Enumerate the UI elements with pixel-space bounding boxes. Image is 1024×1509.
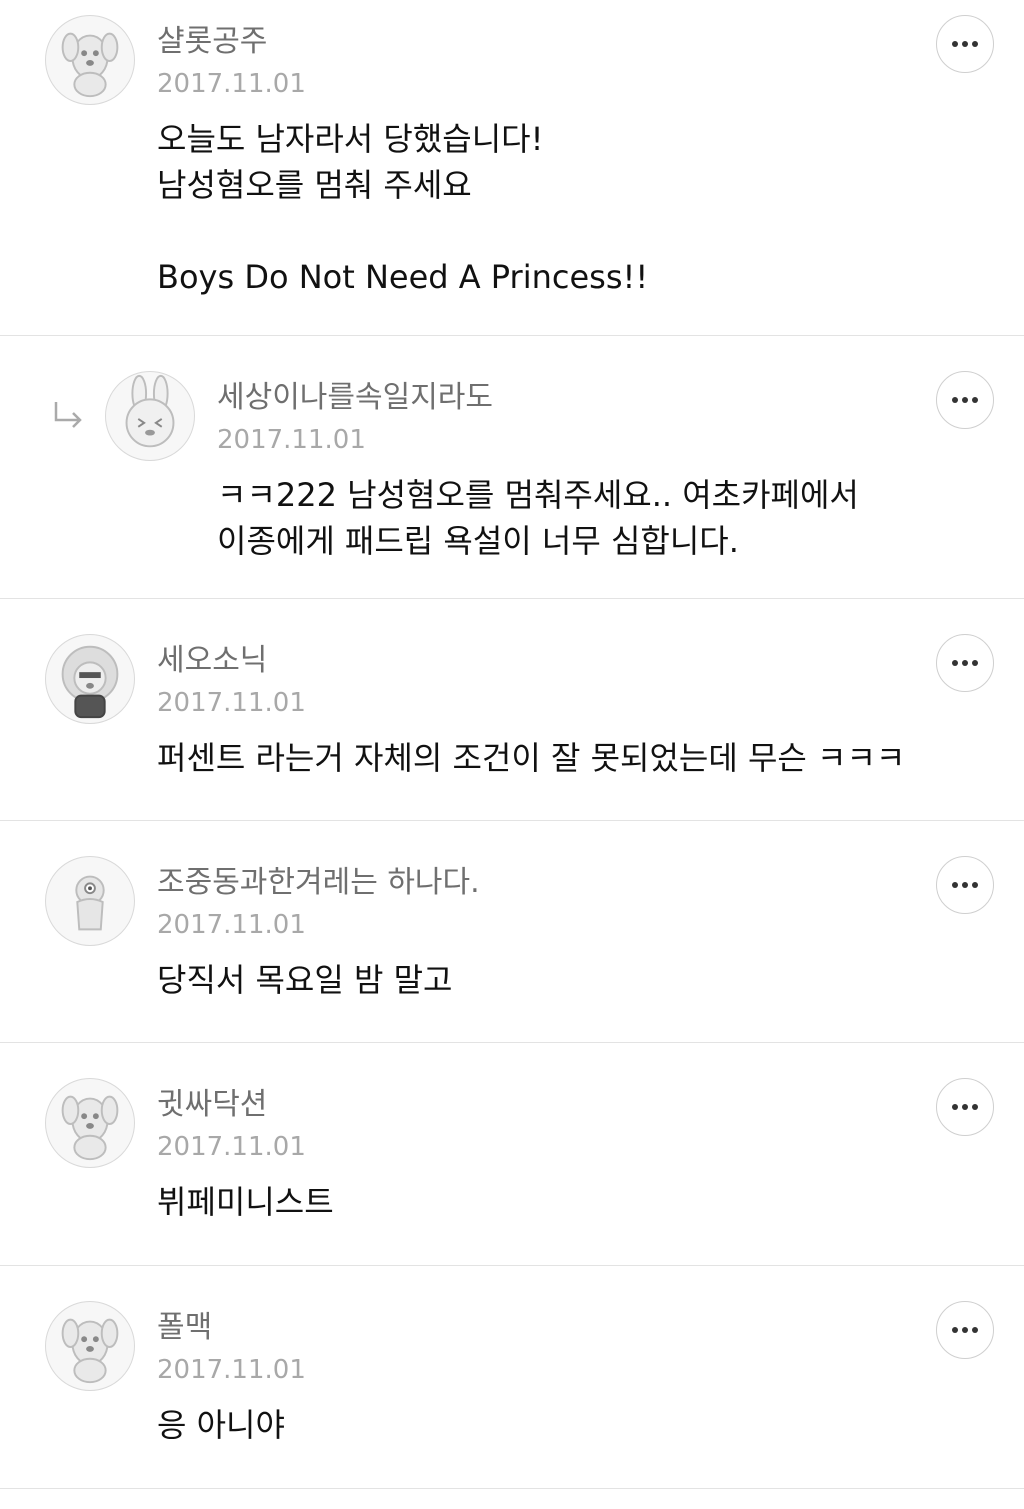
more-options-icon bbox=[952, 41, 958, 47]
comment-item: 폴맥 2017.11.01 응 아니야 bbox=[0, 1266, 1024, 1489]
more-options-icon-dot bbox=[962, 1104, 968, 1110]
comment-body: 당직서 목요일 밤 말고 bbox=[157, 957, 984, 1003]
more-options-button[interactable] bbox=[936, 634, 994, 692]
comment-line: Boys Do Not Need A Princess!! bbox=[157, 258, 649, 296]
comment-author[interactable]: 세상이나를속일지라도 bbox=[217, 380, 493, 416]
comment-line: 응 아니야 bbox=[157, 1406, 285, 1444]
comment-author[interactable]: 세오소닉 bbox=[157, 643, 267, 679]
cyclops-character-avatar-icon[interactable] bbox=[45, 856, 135, 946]
more-options-icon bbox=[952, 882, 958, 888]
reply-arrow-icon bbox=[54, 402, 82, 428]
comment-blank-line bbox=[157, 208, 984, 254]
more-options-icon-dot bbox=[962, 41, 968, 47]
comment-date: 2017.11.01 bbox=[157, 69, 306, 99]
comment-item: 세오소닉 2017.11.01 퍼센트 라는거 자체의 조건이 잘 못되었는데 … bbox=[0, 599, 1024, 821]
reply-comment-item: 세상이나를속일지라도 2017.11.01 ㅋㅋ222 남성혐오를 멈춰주세요.… bbox=[0, 336, 1024, 599]
dog-character-avatar-icon[interactable] bbox=[45, 15, 135, 105]
more-options-button[interactable] bbox=[936, 1078, 994, 1136]
curly-hair-character-avatar-icon[interactable] bbox=[45, 634, 135, 724]
comment-author[interactable]: 샬롯공주 bbox=[157, 24, 267, 60]
more-options-icon bbox=[952, 397, 958, 403]
comment-line: 퍼센트 라는거 자체의 조건이 잘 못되었는데 무슨 ㅋㅋㅋ bbox=[157, 739, 906, 777]
more-options-button[interactable] bbox=[936, 15, 994, 73]
more-options-icon-dot bbox=[972, 1327, 978, 1333]
comment-item: 귓싸닥션 2017.11.01 뷔페미니스트 bbox=[0, 1043, 1024, 1266]
more-options-button[interactable] bbox=[936, 371, 994, 429]
comment-line: 남성혐오를 멈춰 주세요 bbox=[157, 166, 472, 204]
comment-date: 2017.11.01 bbox=[157, 1132, 306, 1162]
more-options-icon-dot bbox=[962, 882, 968, 888]
comment-line: 이종에게 패드립 욕설이 너무 심합니다. bbox=[217, 522, 739, 560]
comment-date: 2017.11.01 bbox=[217, 425, 366, 455]
more-options-icon-dot bbox=[972, 1104, 978, 1110]
comment-author[interactable]: 폴맥 bbox=[157, 1310, 212, 1346]
dog-character-avatar-icon[interactable] bbox=[45, 1301, 135, 1391]
comment-line: 당직서 목요일 밤 말고 bbox=[157, 961, 453, 999]
more-options-icon-dot bbox=[962, 660, 968, 666]
dog-character-avatar-icon[interactable] bbox=[45, 1078, 135, 1168]
comment-item: 조중동과한겨레는 하나다. 2017.11.01 당직서 목요일 밤 말고 bbox=[0, 821, 1024, 1043]
more-options-button[interactable] bbox=[936, 856, 994, 914]
comment-body: ㅋㅋ222 남성혐오를 멈춰주세요.. 여초카페에서 이종에게 패드립 욕설이 … bbox=[217, 472, 984, 564]
comment-body: 응 아니야 bbox=[157, 1402, 984, 1448]
more-options-icon-dot bbox=[972, 397, 978, 403]
comment-body: 퍼센트 라는거 자체의 조건이 잘 못되었는데 무슨 ㅋㅋㅋ bbox=[157, 735, 984, 781]
more-options-icon bbox=[952, 660, 958, 666]
more-options-button[interactable] bbox=[936, 1301, 994, 1359]
comment-line: 오늘도 남자라서 당했습니다! bbox=[157, 120, 544, 158]
more-options-icon-dot bbox=[972, 660, 978, 666]
comment-date: 2017.11.01 bbox=[157, 1355, 306, 1385]
comment-date: 2017.11.01 bbox=[157, 688, 306, 718]
more-options-icon-dot bbox=[962, 1327, 968, 1333]
comment-body: 뷔페미니스트 bbox=[157, 1179, 984, 1225]
rabbit-character-avatar-icon[interactable] bbox=[105, 371, 195, 461]
comment-body: 오늘도 남자라서 당했습니다! 남성혐오를 멈춰 주세요 Boys Do Not… bbox=[157, 116, 984, 300]
comment-line: 뷔페미니스트 bbox=[157, 1183, 334, 1221]
comment-author[interactable]: 조중동과한겨레는 하나다. bbox=[157, 865, 480, 901]
more-options-icon bbox=[952, 1327, 958, 1333]
more-options-icon-dot bbox=[972, 882, 978, 888]
more-options-icon bbox=[952, 1104, 958, 1110]
more-options-icon-dot bbox=[972, 41, 978, 47]
comment-item: 샬롯공주 2017.11.01 오늘도 남자라서 당했습니다! 남성혐오를 멈춰… bbox=[0, 0, 1024, 336]
comment-line: ㅋㅋ222 남성혐오를 멈춰주세요.. 여초카페에서 bbox=[217, 476, 859, 514]
comment-date: 2017.11.01 bbox=[157, 910, 306, 940]
comment-author[interactable]: 귓싸닥션 bbox=[157, 1087, 267, 1123]
more-options-icon-dot bbox=[962, 397, 968, 403]
